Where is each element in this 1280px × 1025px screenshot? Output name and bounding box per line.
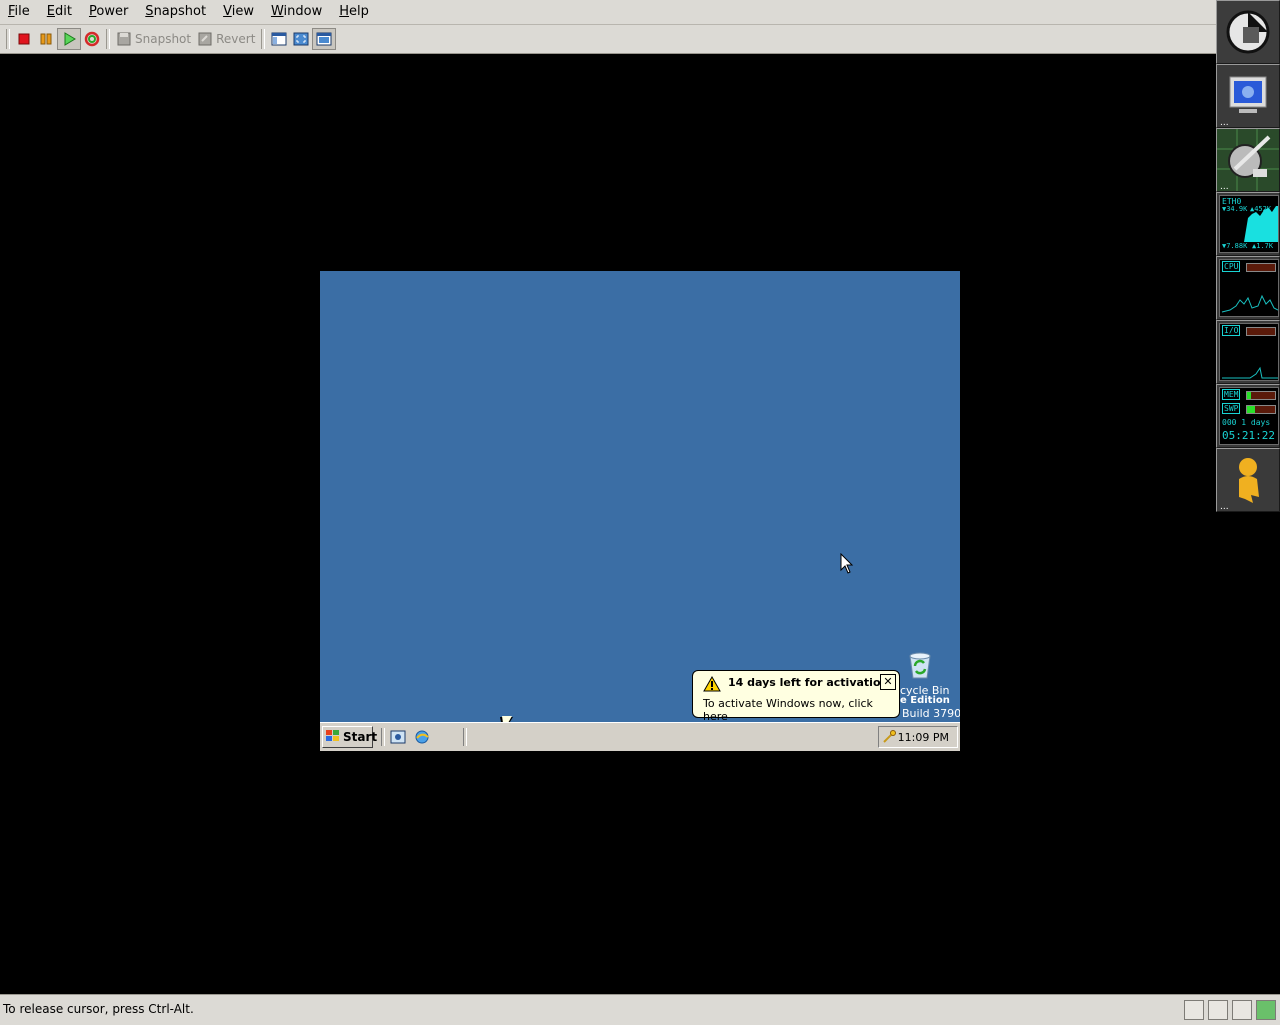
dock-app-vmware[interactable]: ... [1216, 64, 1280, 128]
swp-label: SWP [1222, 403, 1241, 414]
dock-app-logo[interactable] [1216, 0, 1280, 64]
windows-logo-icon [326, 729, 340, 745]
show-desktop-icon[interactable] [390, 729, 406, 748]
taskbar-separator [463, 728, 467, 746]
mem-panel: MEM SWP 000 1 days 05:21:22 [1219, 387, 1279, 445]
uptime-time: 05:21:22 [1222, 429, 1275, 442]
power-off-button[interactable] [13, 28, 35, 50]
menu-window[interactable]: Window [263, 0, 331, 24]
menu-edit[interactable]: Edit [39, 0, 81, 24]
balloon-title: 14 days left for activation [728, 676, 889, 689]
window-maker-logo-icon [1217, 1, 1279, 63]
status-text: To release cursor, press Ctrl-Alt. [3, 1002, 194, 1016]
warning-icon [703, 675, 721, 695]
network-device-icon[interactable] [1184, 1000, 1204, 1020]
revert-label: Revert [216, 32, 256, 46]
start-label: Start [343, 730, 378, 744]
toolbar-grip [6, 29, 10, 49]
dock-app-gimp[interactable]: ... [1216, 128, 1280, 192]
cpu-graph: CPU [1219, 259, 1279, 317]
clock[interactable]: 11:09 PM [898, 731, 949, 744]
toolbar: Snapshot Revert [0, 25, 1216, 54]
dock-dots: ... [1220, 118, 1229, 128]
dock-cpu-monitor[interactable]: CPU [1216, 256, 1280, 320]
toolbar-separator [261, 29, 266, 49]
dock-dots: ... [1220, 502, 1229, 512]
menu-file[interactable]: File [0, 0, 39, 24]
dock-dots: ... [1220, 182, 1229, 192]
menu-snapshot[interactable]: Snapshot [137, 0, 215, 24]
start-button[interactable]: Start [322, 726, 377, 748]
build-watermark: Build 3790 [902, 707, 960, 720]
menu-power[interactable]: Power [81, 0, 137, 24]
suspend-button[interactable] [35, 28, 57, 50]
internet-explorer-icon[interactable] [414, 729, 430, 748]
net-low-out: ▲1.7K [1252, 242, 1274, 250]
taskbar: Start 11:09 PM [320, 722, 960, 751]
floppy-icon [116, 31, 132, 47]
uptime-days: 000 1 days [1222, 418, 1271, 427]
revert-button[interactable]: Revert [194, 28, 258, 50]
io-activity-chart [1222, 366, 1278, 379]
toolbar-separator [106, 29, 110, 49]
reset-button[interactable] [81, 28, 103, 50]
fullscreen-icon [293, 31, 309, 47]
menu-bar: File Edit Power Snapshot View Window Hel… [0, 0, 1216, 25]
mem-bar [1246, 391, 1276, 400]
power-on-button[interactable] [57, 28, 81, 50]
cpu-activity-chart [1221, 294, 1278, 313]
dock-net-monitor[interactable]: ETH0 ▼34.9K ▲452K ▼7.88K ▲1.7K [1216, 192, 1280, 256]
normal-view-button[interactable] [312, 28, 337, 50]
mouse-cursor-icon [840, 552, 854, 578]
pause-icon [38, 31, 54, 47]
system-tray: 11:09 PM [878, 726, 958, 748]
activation-key-icon[interactable] [882, 730, 896, 747]
normal-view-icon [316, 31, 332, 47]
edition-watermark: e Edition [900, 695, 950, 706]
mem-label: MEM [1222, 389, 1241, 400]
swp-bar [1246, 405, 1276, 414]
quick-switch-icon [271, 31, 287, 47]
stop-square-icon [16, 31, 32, 47]
hard-disk-icon[interactable] [1232, 1000, 1252, 1020]
snapshot-label: Snapshot [135, 32, 192, 46]
memory-status-icon[interactable] [1256, 1000, 1276, 1020]
balloon-message[interactable]: To activate Windows now, click here [703, 697, 899, 723]
recycle-bin-icon[interactable] [904, 648, 936, 680]
menu-help[interactable]: Help [331, 0, 378, 24]
net-graph: ETH0 ▼34.9K ▲452K ▼7.88K ▲1.7K [1219, 195, 1279, 253]
taskbar-separator [381, 728, 385, 746]
dock: ... ... ETH0 ▼34.9K ▲452K ▼7.88K ▲1.7K C… [1216, 0, 1280, 512]
status-bar: To release cursor, press Ctrl-Alt. [0, 994, 1280, 1025]
cdrom-device-icon[interactable] [1208, 1000, 1228, 1020]
io-graph: I/O [1219, 323, 1279, 381]
dock-app-messenger[interactable]: ... [1216, 448, 1280, 512]
fullscreen-button[interactable] [290, 28, 312, 50]
dock-io-monitor[interactable]: I/O [1216, 320, 1280, 384]
dock-mem-monitor[interactable]: MEM SWP 000 1 days 05:21:22 [1216, 384, 1280, 448]
revert-icon [197, 31, 213, 47]
menu-view[interactable]: View [215, 0, 263, 24]
guest-desktop[interactable]: cycle Bin e Edition Build 3790 14 days l… [320, 271, 960, 751]
net-low-in: ▼7.88K [1222, 242, 1248, 250]
close-icon[interactable]: ✕ [880, 674, 896, 690]
quick-switch-button[interactable] [268, 28, 290, 50]
reset-icon [84, 31, 100, 47]
activation-balloon[interactable]: 14 days left for activation To activate … [692, 670, 900, 723]
snapshot-button[interactable]: Snapshot [113, 28, 194, 50]
play-icon [61, 31, 77, 47]
